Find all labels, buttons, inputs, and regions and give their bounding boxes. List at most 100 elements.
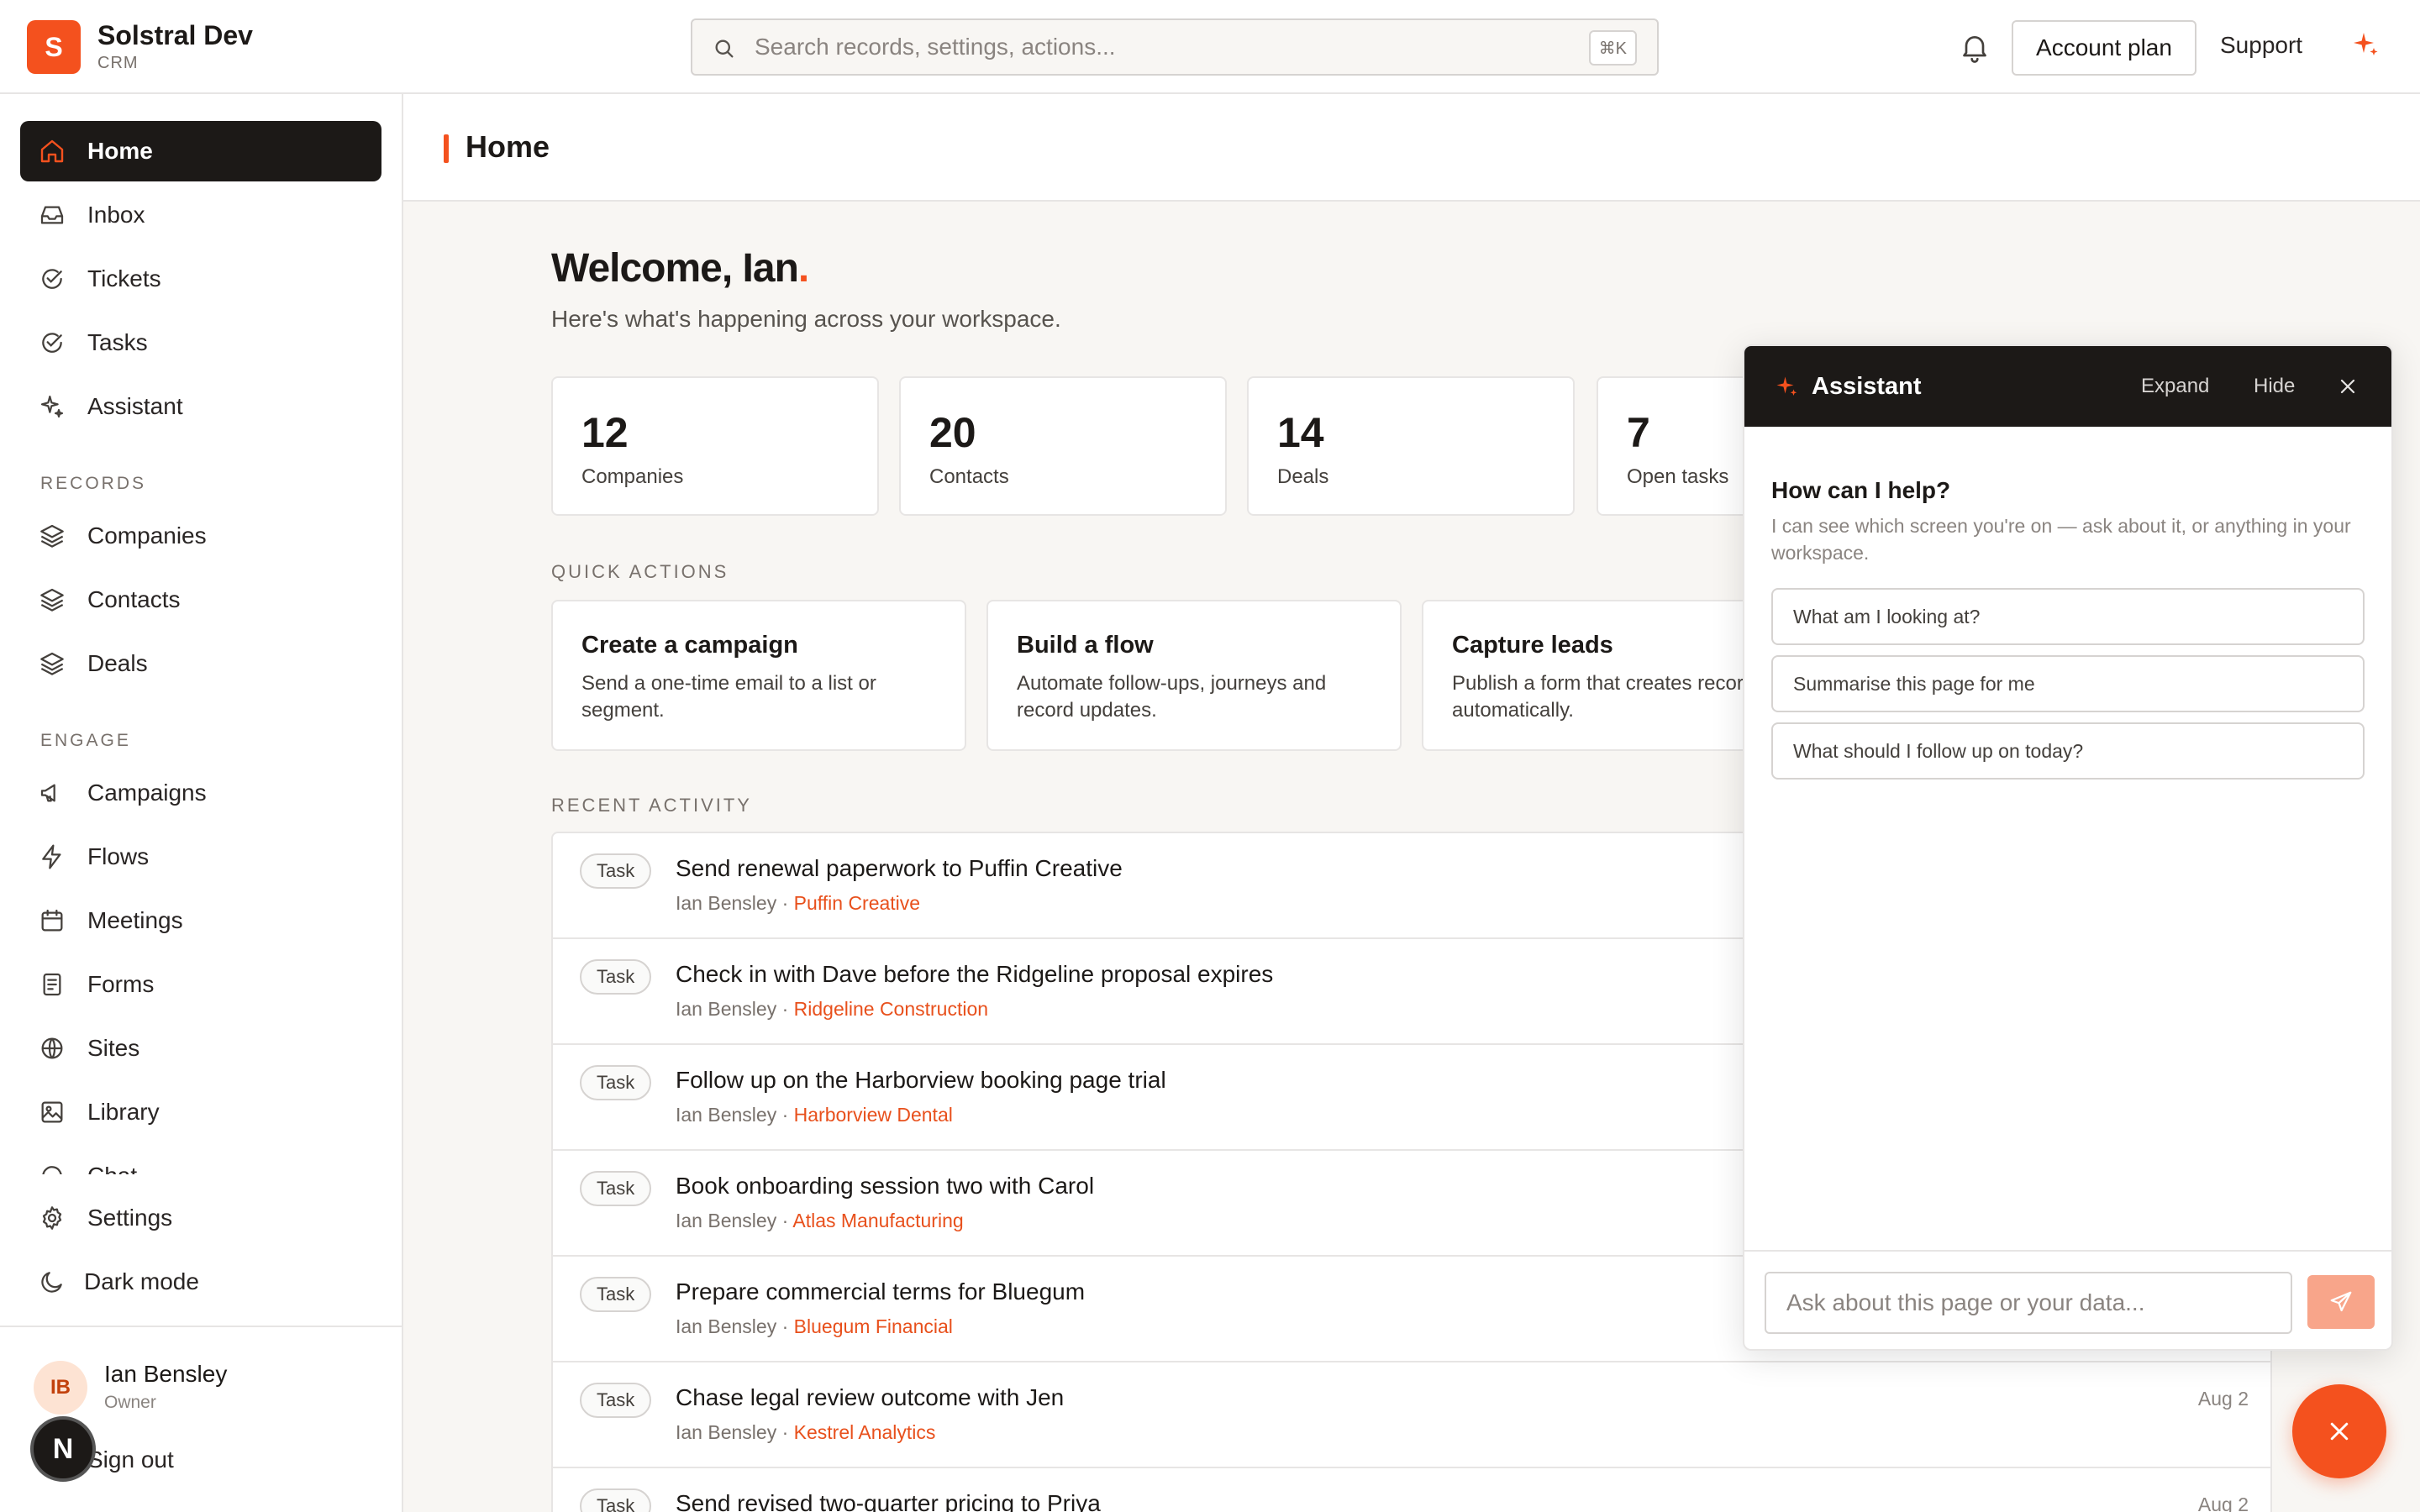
search-input[interactable] bbox=[755, 29, 1561, 66]
quick-action-build-flow[interactable]: Build a flow Automate follow-ups, journe… bbox=[986, 600, 1402, 751]
sidebar-item-library[interactable]: Library bbox=[20, 1082, 381, 1142]
top-bar: S Solstral Dev CRM ⌘K Account plan Suppo… bbox=[0, 0, 2420, 94]
dark-mode-toggle[interactable]: Dark mode bbox=[20, 1252, 381, 1312]
global-search[interactable]: ⌘K bbox=[691, 18, 1659, 76]
stat-card-companies[interactable]: 12 Companies bbox=[551, 376, 879, 516]
stat-value: 14 bbox=[1277, 409, 1324, 456]
activity-company-link[interactable]: Kestrel Analytics bbox=[794, 1421, 936, 1443]
welcome-text: Welcome, Ian bbox=[551, 246, 799, 291]
sidebar-item-home[interactable]: Home bbox=[20, 121, 381, 181]
activity-meta: Ian Bensley · Puffin Creative bbox=[676, 892, 920, 915]
assistant-header: Assistant Expand Hide bbox=[1744, 346, 2391, 427]
app-logo[interactable]: S bbox=[27, 20, 81, 74]
sidebar-item-label: Forms bbox=[87, 971, 155, 997]
assistant-title: Assistant bbox=[1812, 373, 1922, 400]
records-section-label: RECORDS bbox=[40, 474, 147, 493]
activity-owner: Ian Bensley bbox=[676, 1210, 777, 1231]
sidebar-item-chat[interactable]: Chat bbox=[20, 1146, 381, 1174]
user-name: Ian Bensley bbox=[104, 1361, 228, 1387]
activity-company-link[interactable]: Harborview Dental bbox=[794, 1104, 953, 1126]
sidebar-item-forms[interactable]: Forms bbox=[20, 954, 381, 1015]
chat-icon bbox=[39, 1163, 66, 1174]
sidebar-item-tickets[interactable]: Tickets bbox=[20, 249, 381, 309]
recent-activity-label: RECENT ACTIVITY bbox=[551, 795, 752, 816]
notifications-bell-icon[interactable] bbox=[1958, 30, 1991, 64]
type-badge: Task bbox=[580, 853, 652, 889]
stat-card-deals[interactable]: 14 Deals bbox=[1247, 376, 1575, 516]
sidebar-item-meetings[interactable]: Meetings bbox=[20, 890, 381, 951]
activity-company-link[interactable]: Puffin Creative bbox=[794, 892, 920, 914]
form-icon bbox=[39, 971, 66, 998]
user-role: Owner bbox=[104, 1393, 156, 1412]
sidebar-item-inbox[interactable]: Inbox bbox=[20, 185, 381, 245]
sidebar-item-label: Deals bbox=[87, 650, 148, 676]
activity-company-link[interactable]: Bluegum Financial bbox=[794, 1315, 953, 1337]
suggestion-button[interactable]: Summarise this page for me bbox=[1771, 655, 2365, 712]
sign-out-button[interactable]: Sign out bbox=[87, 1446, 174, 1473]
type-badge: Task bbox=[580, 1171, 652, 1206]
activity-meta: Ian Bensley · Harborview Dental bbox=[676, 1104, 953, 1126]
app-name: Solstral Dev bbox=[97, 20, 253, 50]
sidebar-item-campaigns[interactable]: Campaigns bbox=[20, 763, 381, 823]
account-plan-button[interactable]: Account plan bbox=[2012, 20, 2196, 76]
globe-icon bbox=[39, 1035, 66, 1062]
table-row[interactable]: Task Chase legal review outcome with Jen… bbox=[553, 1362, 2270, 1468]
sidebar-item-label: Sites bbox=[87, 1035, 140, 1061]
table-row[interactable]: Task Send revised two-quarter pricing to… bbox=[553, 1468, 2270, 1512]
support-link[interactable]: Support bbox=[2220, 32, 2302, 59]
sidebar-item-label: Companies bbox=[87, 522, 207, 549]
close-icon bbox=[2327, 1419, 2352, 1444]
activity-date: Aug 2 bbox=[2197, 1388, 2249, 1410]
assistant-panel: Assistant Expand Hide How can I help? I … bbox=[1743, 344, 2393, 1351]
type-badge: Task bbox=[580, 1065, 652, 1100]
sidebar-item-settings[interactable]: Settings bbox=[20, 1188, 381, 1248]
sidebar-item-sites[interactable]: Sites bbox=[20, 1018, 381, 1079]
activity-meta: Ian Bensley · Bluegum Financial bbox=[676, 1315, 953, 1338]
assistant-toggle-button[interactable] bbox=[2292, 1384, 2386, 1478]
sidebar: Home Inbox Tickets Tasks Assistant RECOR… bbox=[0, 94, 403, 1512]
meta-separator: · bbox=[776, 1210, 793, 1231]
close-icon[interactable] bbox=[2338, 376, 2358, 396]
sidebar-item-label: Campaigns bbox=[87, 780, 207, 806]
sidebar-item-label: Dark mode bbox=[84, 1268, 199, 1294]
quick-actions-label: QUICK ACTIONS bbox=[551, 561, 729, 582]
expand-button[interactable]: Expand bbox=[2141, 375, 2209, 398]
activity-meta: Ian Bensley · Kestrel Analytics bbox=[676, 1421, 935, 1444]
stat-label: Open tasks bbox=[1627, 465, 1729, 488]
stat-card-contacts[interactable]: 20 Contacts bbox=[899, 376, 1227, 516]
activity-owner: Ian Bensley bbox=[676, 1315, 777, 1337]
sidebar-item-deals[interactable]: Deals bbox=[20, 633, 381, 694]
activity-owner: Ian Bensley bbox=[676, 1421, 777, 1443]
quick-action-desc: Send a one-time email to a list or segme… bbox=[581, 672, 876, 722]
activity-title: Follow up on the Harborview booking page… bbox=[676, 1067, 1166, 1093]
suggestion-button[interactable]: What should I follow up on today? bbox=[1771, 722, 2365, 780]
meta-separator: · bbox=[776, 1104, 794, 1126]
assistant-help-heading: How can I help? bbox=[1771, 477, 1951, 503]
meta-separator: · bbox=[776, 998, 794, 1020]
engage-section-label: ENGAGE bbox=[40, 731, 131, 750]
sidebar-item-companies[interactable]: Companies bbox=[20, 506, 381, 566]
stat-label: Companies bbox=[581, 465, 684, 488]
check-circle-icon bbox=[39, 329, 66, 356]
sidebar-item-contacts[interactable]: Contacts bbox=[20, 570, 381, 630]
suggestion-button[interactable]: What am I looking at? bbox=[1771, 588, 2365, 645]
assistant-message-input[interactable] bbox=[1765, 1272, 2292, 1334]
activity-company-link[interactable]: Atlas Manufacturing bbox=[792, 1210, 963, 1231]
activity-title: Send renewal paperwork to Puffin Creativ… bbox=[676, 855, 1123, 881]
sidebar-item-assistant[interactable]: Assistant bbox=[20, 376, 381, 437]
send-button[interactable] bbox=[2307, 1275, 2375, 1329]
send-icon bbox=[2328, 1289, 2354, 1315]
avatar[interactable]: IB bbox=[34, 1361, 87, 1415]
assistant-sparkle-icon[interactable] bbox=[2351, 30, 2381, 60]
hide-button[interactable]: Hide bbox=[2254, 375, 2295, 398]
sidebar-item-flows[interactable]: Flows bbox=[20, 827, 381, 887]
dev-tools-badge[interactable]: N bbox=[30, 1416, 96, 1482]
sidebar-item-tasks[interactable]: Tasks bbox=[20, 312, 381, 373]
sidebar-item-label: Assistant bbox=[87, 393, 183, 419]
quick-action-create-campaign[interactable]: Create a campaign Send a one-time email … bbox=[551, 600, 966, 751]
welcome-subtitle: Here's what's happening across your work… bbox=[551, 306, 1061, 332]
app-subtitle: CRM bbox=[97, 54, 139, 72]
welcome-heading: Welcome, Ian. bbox=[551, 245, 809, 291]
activity-company-link[interactable]: Ridgeline Construction bbox=[794, 998, 988, 1020]
stat-value: 12 bbox=[581, 409, 629, 456]
